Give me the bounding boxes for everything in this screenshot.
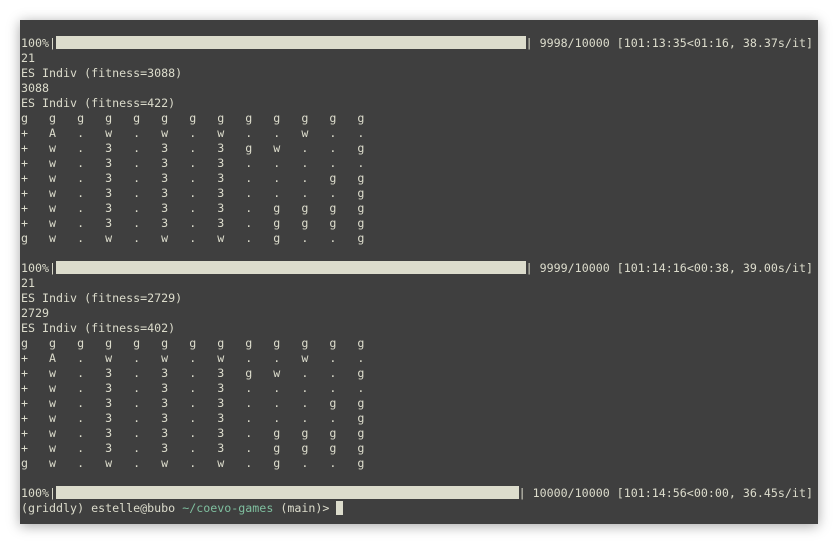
progress-percent: 100% bbox=[21, 36, 50, 50]
grid-row: + w . 3 . 3 . 3 . . . g g bbox=[21, 171, 365, 185]
grid-row: + w . 3 . 3 . 3 . g g g g bbox=[21, 201, 365, 215]
prompt-branch: (main)> bbox=[280, 501, 330, 515]
grid-row: g g g g g g g g g g g g g bbox=[21, 336, 365, 350]
output-line: 2729 bbox=[21, 306, 50, 320]
grid-row: + w . 3 . 3 . 3 . . . . . bbox=[21, 381, 365, 395]
grid-row: + w . 3 . 3 . 3 . . . . g bbox=[21, 186, 365, 200]
grid-row: + w . 3 . 3 . 3 . g g g g bbox=[21, 426, 365, 440]
progress-percent: 100% bbox=[21, 486, 50, 500]
grid-row: + w . 3 . 3 . 3 . g g g g bbox=[21, 441, 365, 455]
grid-row: g w . w . w . w . g . . g bbox=[21, 456, 365, 470]
progress-percent: 100% bbox=[21, 261, 50, 275]
progress-bar bbox=[56, 261, 526, 274]
output-line: ES Indiv (fitness=402) bbox=[21, 321, 176, 335]
output-line: ES Indiv (fitness=2729) bbox=[21, 291, 183, 305]
prompt-env: (griddly) bbox=[21, 501, 85, 515]
output-line: ES Indiv (fitness=3088) bbox=[21, 66, 183, 80]
grid-row: g w . w . w . w . g . . g bbox=[21, 231, 365, 245]
prompt-path: ~/coevo-games bbox=[182, 501, 274, 515]
text-cursor bbox=[336, 501, 344, 515]
progress-bar bbox=[56, 486, 519, 499]
grid-row: + w . 3 . 3 . 3 . . . . . bbox=[21, 156, 365, 170]
progress-line: 100%| | 9999/10000 [101:14:16<00:38, 39.0… bbox=[21, 261, 813, 275]
grid-row: + w . 3 . 3 . 3 . . . . g bbox=[21, 411, 365, 425]
grid-row: g g g g g g g g g g g g g bbox=[21, 111, 365, 125]
grid-row: + A . w . w . w . . w . . bbox=[21, 351, 365, 365]
grid-row: + w . 3 . 3 . 3 g w . . g bbox=[21, 141, 365, 155]
terminal-window[interactable]: 100%| | 9998/10000 [101:13:35<01:16, 38.3… bbox=[20, 20, 818, 524]
progress-bar bbox=[56, 36, 526, 49]
grid-row: + w . 3 . 3 . 3 . . . g g bbox=[21, 396, 365, 410]
grid-row: + w . 3 . 3 . 3 g w . . g bbox=[21, 366, 365, 380]
progress-line: 100%| | 10000/10000 [101:14:56<00:00, 36.… bbox=[21, 486, 813, 500]
prompt-user-host: estelle@bubo bbox=[91, 501, 176, 515]
shell-prompt[interactable]: (griddly) estelle@bubo ~/coevo-games (ma… bbox=[21, 501, 813, 516]
progress-stats: 9998/10000 [101:13:35<01:16, 38.37s/it] bbox=[539, 36, 813, 50]
output-line: 21 bbox=[21, 51, 36, 65]
grid-row: + A . w . w . w . . w . . bbox=[21, 126, 365, 140]
output-line: ES Indiv (fitness=422) bbox=[21, 96, 176, 110]
progress-line: 100%| | 9998/10000 [101:13:35<01:16, 38.3… bbox=[21, 36, 813, 50]
terminal-output: 100%| | 9998/10000 [101:13:35<01:16, 38.3… bbox=[21, 36, 813, 516]
progress-stats: 10000/10000 [101:14:56<00:00, 36.45s/it] bbox=[532, 486, 813, 500]
progress-stats: 9999/10000 [101:14:16<00:38, 39.00s/it] bbox=[539, 261, 813, 275]
output-line: 3088 bbox=[21, 81, 50, 95]
grid-row: + w . 3 . 3 . 3 . g g g g bbox=[21, 216, 365, 230]
output-line: 21 bbox=[21, 276, 36, 290]
